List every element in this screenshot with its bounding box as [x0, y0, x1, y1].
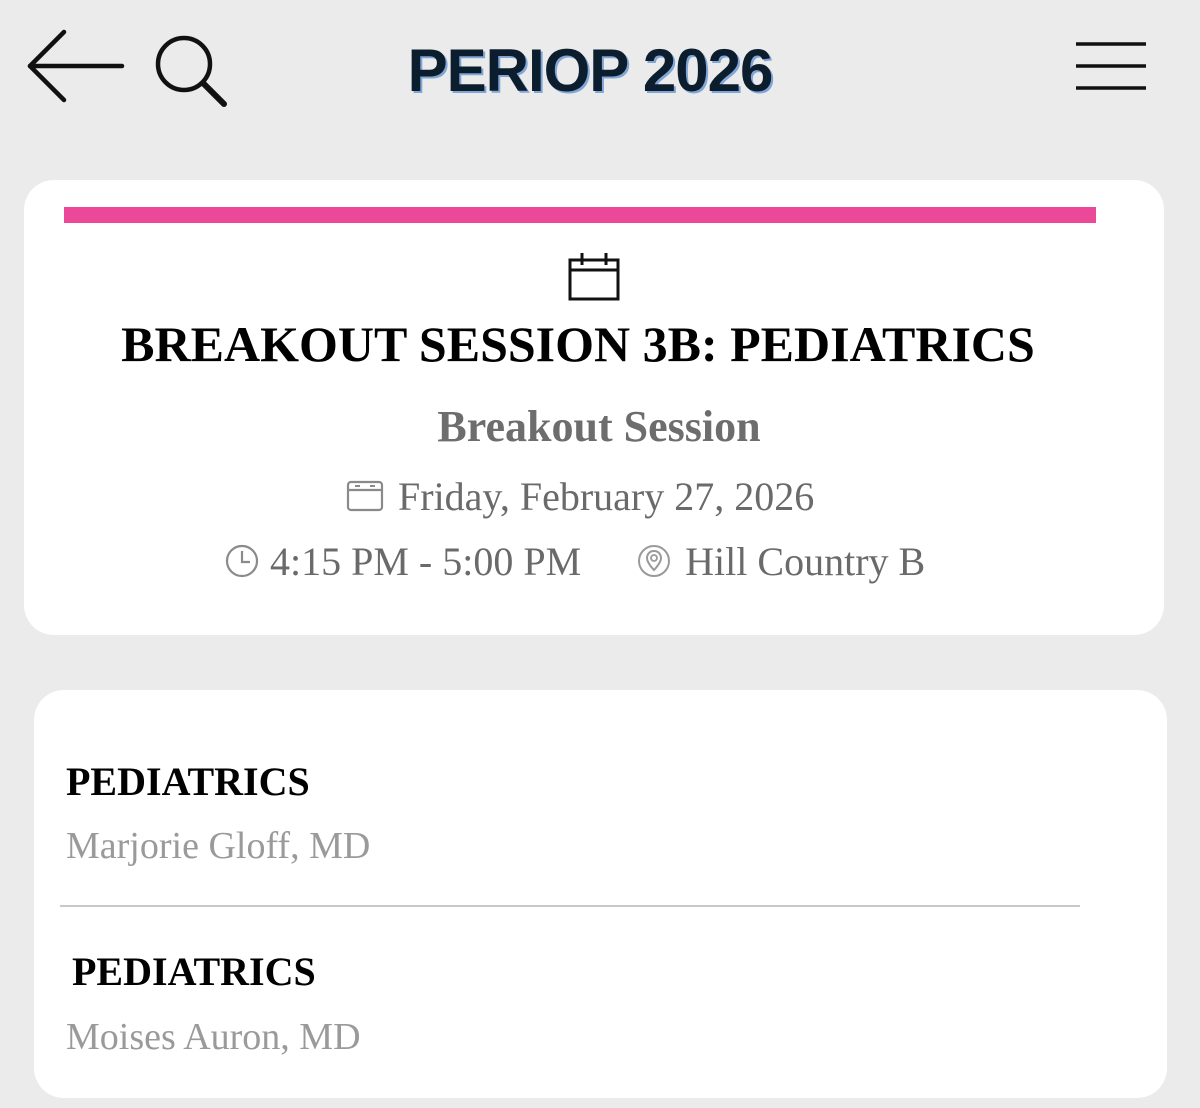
- calendar-small-icon: [346, 480, 384, 512]
- back-button[interactable]: [26, 28, 126, 104]
- session-date: Friday, February 27, 2026: [398, 473, 815, 519]
- speaker-name: Moises Auron, MD: [66, 1016, 361, 1058]
- speaker-title: PEDIATRICS: [66, 759, 310, 804]
- session-time-location-row: 4:15 PM - 5:00 PM Hill Country B: [224, 537, 925, 585]
- hamburger-menu-icon: [1076, 42, 1146, 90]
- session-title: BREAKOUT SESSION 3B: PEDIATRICS: [121, 316, 1035, 372]
- speaker-name: Marjorie Gloff, MD: [66, 825, 371, 867]
- calendar-icon[interactable]: [567, 252, 621, 302]
- location-pin-icon: [638, 545, 671, 577]
- speaker-divider: [60, 905, 1080, 907]
- menu-button[interactable]: [1074, 40, 1148, 94]
- session-location: Hill Country B: [685, 538, 926, 584]
- search-icon: [155, 35, 227, 107]
- app-header: PERIOP 2026: [0, 0, 1200, 140]
- session-accent-bar: [64, 207, 1096, 223]
- clock-icon: [225, 544, 259, 578]
- speakers-card: PEDIATRICS Marjorie Gloff, MD PEDIATRICS…: [34, 690, 1167, 1098]
- search-button[interactable]: [154, 34, 230, 110]
- session-type: Breakout Session: [437, 402, 761, 451]
- app-title: PERIOP 2026: [407, 37, 774, 104]
- session-card: BREAKOUT SESSION 3B: PEDIATRICS Breakout…: [24, 180, 1164, 635]
- speaker-title: PEDIATRICS: [72, 949, 316, 994]
- session-time: 4:15 PM - 5:00 PM: [270, 538, 582, 584]
- session-date-row: Friday, February 27, 2026: [346, 472, 814, 520]
- arrow-left-icon: [27, 29, 125, 103]
